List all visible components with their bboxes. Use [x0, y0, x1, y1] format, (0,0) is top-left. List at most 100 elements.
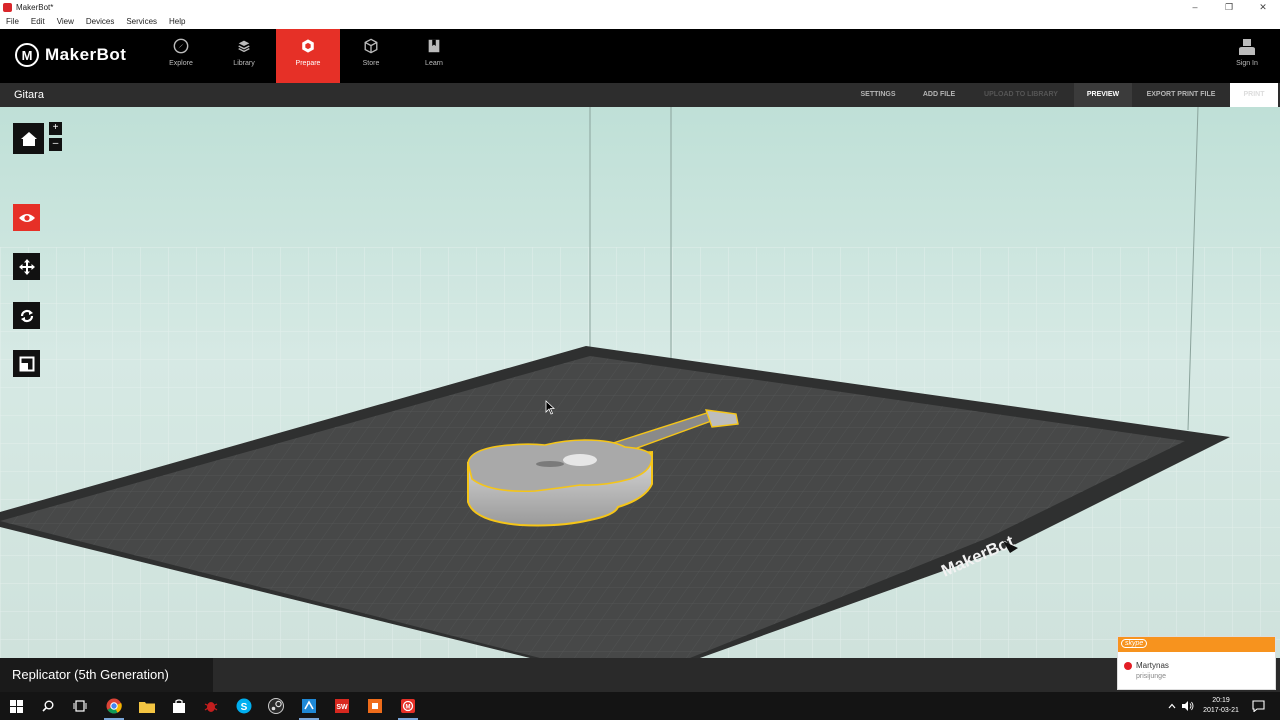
task-view-button[interactable] [70, 696, 90, 716]
zoom-out-button[interactable]: – [49, 138, 62, 151]
solidworks-taskbar-button[interactable]: SW [332, 696, 352, 716]
move-tool-button[interactable] [13, 253, 40, 280]
menu-edit[interactable]: Edit [25, 15, 51, 29]
view-tool-button[interactable] [13, 204, 40, 231]
printer-status-bar: Replicator (5th Generation) [0, 658, 1280, 692]
makerbot-icon: M [401, 699, 415, 713]
svg-text:S: S [241, 702, 248, 713]
compass-icon [173, 38, 189, 54]
tab-library[interactable]: Library [212, 29, 276, 83]
windows-logo-icon [9, 699, 23, 713]
clock-date: 2017-03-21 [1203, 707, 1239, 714]
app-taskbar-button[interactable] [299, 696, 319, 720]
tab-prepare-label: Prepare [295, 60, 321, 67]
window-title-bar: MakerBot* – ❐ ✕ [0, 0, 1280, 15]
home-view-button[interactable] [13, 123, 44, 154]
makerbot-logo-icon: M [15, 43, 39, 67]
zoom-in-button[interactable]: + [49, 122, 62, 135]
build-viewport[interactable]: MakerBot + – [0, 107, 1280, 658]
svg-text:M: M [406, 705, 411, 711]
search-button[interactable] [38, 696, 58, 716]
start-button[interactable] [6, 696, 26, 716]
eye-icon [18, 213, 35, 222]
sign-in-button[interactable]: Sign In [1230, 37, 1264, 67]
makerbot-taskbar-button[interactable]: M [398, 696, 418, 720]
brand-name: MakerBot [45, 45, 127, 64]
speaker-icon [1182, 701, 1194, 711]
solidworks-icon: SW [335, 699, 349, 713]
library-icon [238, 40, 250, 53]
rotate-tool-button[interactable] [13, 302, 40, 329]
skype-icon: S [236, 698, 252, 714]
printer-selector[interactable]: Replicator (5th Generation) [0, 658, 213, 692]
menu-help[interactable]: Help [163, 15, 191, 29]
tab-prepare[interactable]: Prepare [276, 29, 340, 83]
move-arrows-icon [18, 258, 35, 275]
tab-explore[interactable]: Explore [149, 29, 213, 83]
blue-app-icon [302, 699, 316, 713]
notification-user: Martynas [1136, 661, 1169, 670]
bug-app-button[interactable] [201, 696, 221, 716]
show-hidden-icons-button[interactable] [1165, 696, 1179, 716]
project-name: Gitara [14, 89, 44, 101]
close-button[interactable]: ✕ [1246, 0, 1280, 15]
settings-button[interactable]: SETTINGS [852, 83, 904, 107]
folder-icon [139, 701, 155, 713]
bug-icon [204, 702, 218, 712]
minimize-button[interactable]: – [1178, 0, 1212, 15]
store-taskbar-button[interactable] [169, 696, 189, 716]
tab-explore-label: Explore [169, 60, 193, 67]
add-file-button[interactable]: ADD FILE [914, 83, 964, 107]
store-box-icon [364, 38, 378, 54]
chrome-icon [106, 698, 122, 714]
preview-button[interactable]: PREVIEW [1074, 83, 1132, 107]
skype-logo: skype [1121, 639, 1148, 648]
restore-button[interactable]: ❐ [1212, 0, 1246, 15]
file-explorer-button[interactable] [137, 696, 157, 716]
prepare-icon [302, 39, 314, 53]
home-icon [20, 131, 37, 146]
svg-text:SW: SW [336, 704, 348, 711]
volume-button[interactable] [1180, 696, 1196, 716]
makerbot-logo[interactable]: M MakerBot [15, 43, 126, 67]
chevron-up-icon [1168, 703, 1176, 709]
top-navigation: M MakerBot Explore Library Prepare Store [0, 29, 1280, 83]
notification-icon [1251, 700, 1265, 712]
scale-tool-button[interactable] [13, 350, 40, 377]
task-view-icon [73, 700, 87, 712]
project-toolbar: Gitara SETTINGS ADD FILE UPLOAD TO LIBRA… [0, 83, 1280, 107]
menu-services[interactable]: Services [120, 15, 163, 29]
mouse-cursor-icon [545, 400, 555, 415]
export-print-file-button[interactable]: EXPORT PRINT FILE [1138, 83, 1224, 107]
tab-learn-label: Learn [425, 60, 443, 67]
build-scene: MakerBot [0, 107, 1280, 658]
skype-taskbar-button[interactable]: S [234, 696, 254, 716]
action-center-button[interactable] [1250, 696, 1266, 716]
steam-taskbar-button[interactable] [266, 696, 286, 716]
tab-store[interactable]: Store [339, 29, 403, 83]
sign-in-label: Sign In [1236, 60, 1258, 67]
learn-book-icon [428, 39, 440, 53]
scale-icon [19, 356, 34, 371]
makerbot-app-icon [3, 3, 12, 12]
window-title: MakerBot* [16, 3, 54, 12]
print-button[interactable]: PRINT [1230, 83, 1278, 107]
upload-to-library-button[interactable]: UPLOAD TO LIBRARY [974, 83, 1068, 107]
clock-time: 20:19 [1212, 697, 1230, 704]
menu-bar: File Edit View Devices Services Help [0, 15, 1280, 29]
chrome-taskbar-button[interactable] [104, 696, 124, 720]
windows-taskbar: S SW M 20:19 2017-03-21 [0, 692, 1280, 720]
menu-view[interactable]: View [51, 15, 80, 29]
system-clock[interactable]: 20:19 2017-03-21 [1200, 696, 1242, 716]
orange-app-taskbar-button[interactable] [365, 696, 385, 716]
tab-store-label: Store [362, 60, 380, 67]
skype-notification-header: skype [1118, 637, 1275, 652]
skype-notification[interactable]: skype Martynas prisijunge [1117, 636, 1276, 690]
menu-file[interactable]: File [0, 15, 25, 29]
menu-devices[interactable]: Devices [80, 15, 120, 29]
shopping-bag-icon [173, 699, 185, 713]
tab-learn[interactable]: Learn [402, 29, 466, 83]
notification-status: prisijunge [1136, 673, 1166, 680]
rotate-icon [20, 309, 33, 322]
tab-library-label: Library [233, 60, 255, 67]
